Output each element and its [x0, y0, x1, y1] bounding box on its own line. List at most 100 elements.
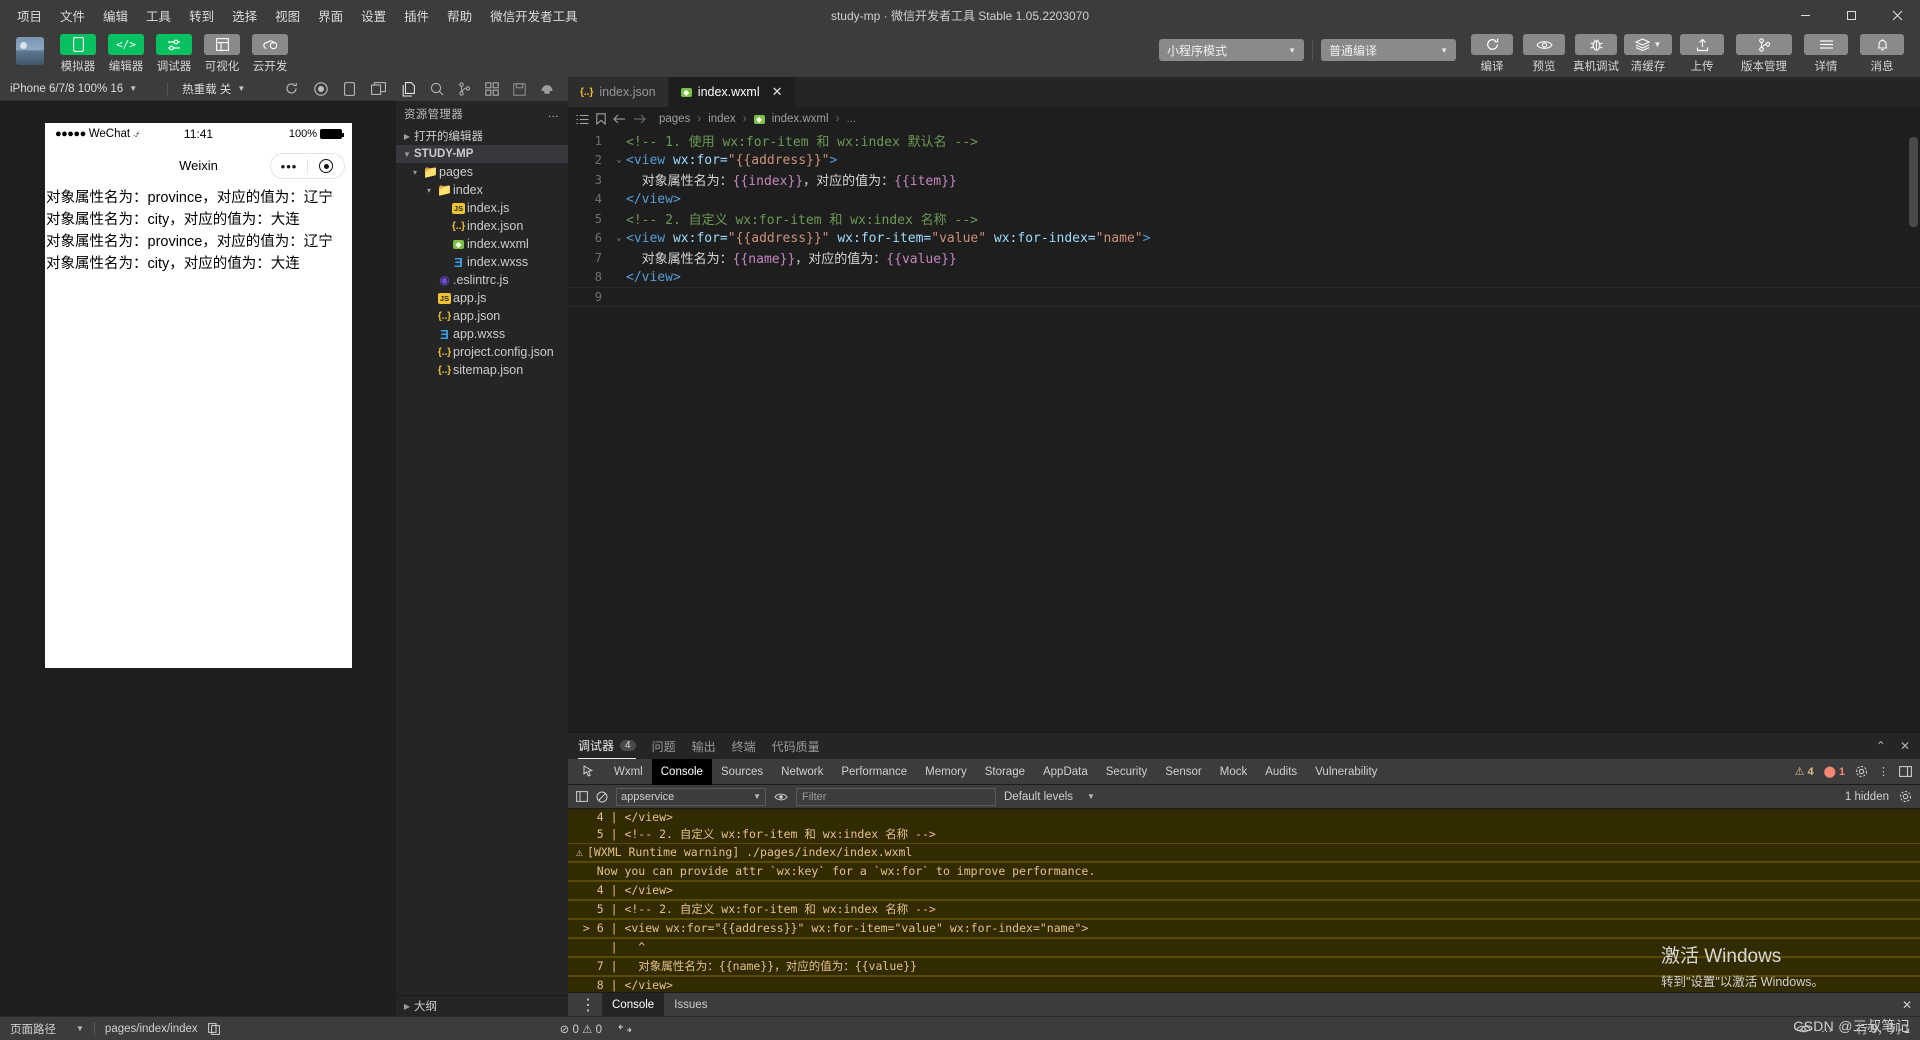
debugger-tab-problems[interactable]: 问题 [652, 733, 676, 759]
code-editor[interactable]: 1 <!-- 1. 使用 wx:for-item 和 wx:index 默认名 … [568, 131, 1920, 732]
rotate-icon[interactable] [344, 81, 355, 96]
refresh-icon[interactable] [285, 82, 298, 95]
gear-icon[interactable] [1855, 765, 1868, 778]
project-mode-select[interactable]: 小程序模式 ▼ [1159, 39, 1304, 61]
breadcrumb-ellipsis[interactable]: … [846, 114, 856, 125]
fold-toggle[interactable]: ⌄ [612, 233, 626, 243]
search-icon[interactable] [430, 82, 444, 96]
tree-item-index-wxss[interactable]: Ǝ index.wxss [396, 253, 568, 271]
tree-item-index-json[interactable]: {..} index.json [396, 217, 568, 235]
debugger-tab-output[interactable]: 输出 [692, 733, 716, 759]
devtools-tab-network[interactable]: Network [772, 759, 832, 785]
project-root-section[interactable]: ▼ STUDY-MP [396, 145, 568, 163]
compile-action[interactable]: 编译 [1469, 34, 1515, 74]
version-control-action[interactable]: 版本管理 [1733, 34, 1795, 74]
drawer-tab-console[interactable]: Console [602, 992, 665, 1017]
drawer-tab-issues[interactable]: Issues [664, 993, 717, 1017]
upload-action[interactable]: 上传 [1677, 34, 1727, 74]
breadcrumb-index[interactable]: index [708, 113, 736, 125]
bookmark-icon[interactable] [596, 113, 606, 125]
toggle-visual[interactable]: 可视化 [201, 34, 243, 74]
menu-item-view[interactable]: 视图 [266, 2, 309, 29]
menu-item-plugins[interactable]: 插件 [395, 2, 438, 29]
devtools-tab-wxml[interactable]: Wxml [605, 759, 652, 785]
console-levels-select[interactable]: Default levels ▼ [1004, 791, 1095, 803]
debugger-tab-debugger[interactable]: 调试器 4 [578, 733, 636, 759]
tree-item-eslintrc[interactable]: ◉ .eslintrc.js [396, 271, 568, 289]
list-icon[interactable] [576, 114, 589, 125]
hot-reload-select[interactable]: 热重载 关 ▼ [182, 81, 245, 97]
tree-item-app-wxss[interactable]: Ǝ app.wxss [396, 325, 568, 343]
sync-icon[interactable] [618, 1023, 632, 1034]
close-icon[interactable]: ✕ [772, 84, 783, 100]
extensions-icon[interactable] [485, 82, 499, 96]
menu-item-project[interactable]: 项目 [8, 2, 51, 29]
error-count-status[interactable]: ⊘ 0 ⚠ 0 [560, 1022, 602, 1036]
compile-mode-select[interactable]: 普通编译 ▼ [1321, 39, 1456, 61]
debug-icon[interactable] [540, 83, 554, 96]
devtools-tab-sensor[interactable]: Sensor [1156, 759, 1210, 785]
devtools-tab-storage[interactable]: Storage [976, 759, 1034, 785]
editor-tab-index-wxml[interactable]: ◆ index.wxml ✕ [668, 77, 796, 107]
tree-item-pages[interactable]: ▾ 📁 pages [396, 163, 568, 181]
tree-item-app-js[interactable]: JS app.js [396, 289, 568, 307]
toggle-editor[interactable]: </> 编辑器 [105, 34, 147, 74]
tree-item-sitemap[interactable]: {..} sitemap.json [396, 361, 568, 379]
copy-icon[interactable] [207, 1022, 220, 1035]
chevron-up-icon[interactable]: ⌃ [1876, 739, 1886, 753]
tree-item-app-json[interactable]: {..} app.json [396, 307, 568, 325]
preview-action[interactable]: 预览 [1521, 34, 1567, 74]
devtools-tab-performance[interactable]: Performance [832, 759, 916, 785]
toggle-simulator[interactable]: 模拟器 [57, 34, 99, 74]
explorer-more-button[interactable]: … [548, 108, 561, 120]
devtools-tab-audits[interactable]: Audits [1256, 759, 1306, 785]
close-icon[interactable]: ✕ [1902, 998, 1920, 1012]
devtools-tab-vulnerability[interactable]: Vulnerability [1306, 759, 1386, 785]
menu-item-file[interactable]: 文件 [51, 2, 94, 29]
messages-action[interactable]: 消息 [1857, 34, 1907, 74]
toggle-debugger[interactable]: 调试器 [153, 34, 195, 74]
tree-item-index-folder[interactable]: ▾ 📁 index [396, 181, 568, 199]
console-output[interactable]: 4 | </view> 5 | <!-- 2. 自定义 wx:for-item … [568, 809, 1920, 992]
console-settings-icon[interactable] [1899, 790, 1912, 803]
tree-item-project-config[interactable]: {..} project.config.json [396, 343, 568, 361]
files-icon[interactable] [402, 81, 416, 97]
toggle-cloud[interactable]: 云开发 [249, 34, 291, 74]
menu-item-edit[interactable]: 编辑 [94, 2, 137, 29]
menu-item-devtools[interactable]: 微信开发者工具 [481, 2, 587, 29]
editor-scrollbar[interactable] [1909, 137, 1918, 227]
breadcrumb-pages[interactable]: pages [659, 113, 690, 125]
clear-cache-action[interactable]: ▼ 清缓存 [1624, 34, 1672, 74]
phone-capsule-button[interactable]: ••• [270, 153, 345, 179]
record-icon[interactable] [314, 81, 328, 96]
error-count-badge[interactable]: ⬤ 1 [1824, 765, 1845, 779]
menu-item-help[interactable]: 帮助 [438, 2, 481, 29]
console-filter-input[interactable]: Filter [796, 787, 996, 806]
tree-item-index-js[interactable]: JS index.js [396, 199, 568, 217]
inspect-element-icon[interactable] [574, 759, 605, 785]
maximize-button[interactable] [1828, 0, 1874, 30]
source-control-icon[interactable] [458, 82, 471, 96]
menu-item-interface[interactable]: 界面 [309, 2, 352, 29]
multi-window-icon[interactable] [371, 82, 386, 95]
save-icon[interactable] [513, 82, 526, 96]
menu-item-select[interactable]: 选择 [223, 2, 266, 29]
debugger-tab-code-quality[interactable]: 代码质量 [772, 733, 820, 759]
clear-console-icon[interactable] [596, 790, 608, 803]
more-vertical-icon[interactable]: ⋮ [1878, 765, 1889, 778]
breadcrumb-file[interactable]: index.wxml [772, 113, 829, 125]
devtools-tab-memory[interactable]: Memory [916, 759, 976, 785]
dock-icon[interactable] [1899, 766, 1912, 777]
status-page-path[interactable]: pages/index/index [105, 1023, 198, 1035]
debugger-tab-terminal[interactable]: 终端 [732, 733, 756, 759]
close-button[interactable] [1874, 0, 1920, 30]
devtools-tab-appdata[interactable]: AppData [1034, 759, 1097, 785]
open-editors-section[interactable]: ▶ 打开的编辑器 [396, 127, 568, 145]
arrow-right-icon[interactable] [633, 114, 646, 124]
close-icon[interactable]: ✕ [1900, 739, 1910, 753]
details-action[interactable]: 详情 [1801, 34, 1851, 74]
outline-row[interactable]: ▶ 大纲 [396, 996, 568, 1016]
more-vertical-icon[interactable]: ⋮ [574, 995, 602, 1015]
minimize-button[interactable] [1782, 0, 1828, 30]
console-context-select[interactable]: appservice ▼ [616, 787, 766, 806]
